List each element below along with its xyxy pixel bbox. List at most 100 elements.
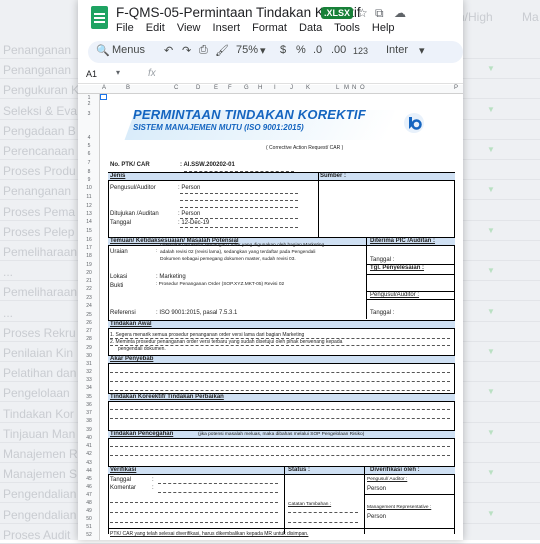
menu-insert[interactable]: Insert [213, 22, 241, 34]
chevron-down-icon[interactable]: ▾ [116, 68, 120, 77]
row-header[interactable]: 43 [78, 460, 100, 466]
row-header[interactable]: 2 [78, 101, 100, 107]
background-row-label: Pemeliharaan [3, 285, 78, 300]
row-header[interactable]: 18 [78, 253, 100, 259]
row-header[interactable]: 48 [78, 500, 100, 506]
row-header[interactable]: 9 [78, 177, 100, 183]
row-header[interactable]: 21 [78, 278, 100, 284]
row-header[interactable]: 38 [78, 418, 100, 424]
row-header[interactable]: 49 [78, 508, 100, 514]
menus-search[interactable]: Menus [112, 44, 145, 56]
background-dropdown-icon: ▼ [487, 185, 495, 195]
sheets-logo-icon[interactable] [91, 6, 108, 29]
search-icon[interactable]: 🔍 [96, 44, 110, 57]
row-header[interactable]: 37 [78, 410, 100, 416]
row-header[interactable]: 47 [78, 492, 100, 498]
row-header[interactable]: 4 [78, 135, 100, 141]
column-header[interactable]: H [258, 85, 262, 91]
column-header[interactable]: B [126, 85, 130, 91]
row-header[interactable]: 13 [78, 211, 100, 217]
row-header[interactable]: 7 [78, 160, 100, 166]
row-header[interactable]: 5 [78, 143, 100, 149]
row-header[interactable]: 8 [78, 169, 100, 175]
column-header[interactable]: L [336, 85, 339, 91]
row-header[interactable]: 31 [78, 361, 100, 367]
row-header[interactable]: 52 [78, 532, 100, 538]
zoom-select[interactable]: 75% [236, 44, 258, 56]
row-header[interactable]: 17 [78, 245, 100, 251]
menu-tools[interactable]: Tools [334, 22, 360, 34]
column-header[interactable]: M [344, 85, 349, 91]
percent-format-button[interactable]: % [296, 44, 306, 56]
paint-format-icon[interactable]: 🖌 [215, 44, 229, 57]
column-header[interactable]: O [360, 85, 365, 91]
row-header[interactable]: 6 [78, 151, 100, 157]
row-header[interactable]: 3 [78, 111, 100, 117]
menu-data[interactable]: Data [299, 22, 322, 34]
row-header[interactable]: 15 [78, 228, 100, 234]
currency-format-button[interactable]: $ [280, 44, 286, 56]
row-header[interactable]: 51 [78, 524, 100, 530]
ditujukan-value: : Person [178, 211, 201, 217]
column-header[interactable]: E [214, 85, 218, 91]
menu-file[interactable]: File [116, 22, 134, 34]
row-header[interactable]: 29 [78, 345, 100, 351]
ptk-form: PERMINTAAN TINDAKAN KOREKTIF SISTEM MANA… [108, 94, 463, 540]
row-header[interactable]: 39 [78, 427, 100, 433]
row-header[interactable]: 33 [78, 377, 100, 383]
row-header[interactable]: 28 [78, 336, 100, 342]
number-format-button[interactable]: 123 [353, 46, 368, 56]
increase-decimal-button[interactable]: .00 [331, 44, 346, 56]
column-header[interactable]: J [290, 85, 293, 91]
row-header[interactable]: 19 [78, 262, 100, 268]
row-header[interactable]: 46 [78, 484, 100, 490]
print-icon[interactable]: ⎙ [199, 44, 208, 57]
row-header[interactable]: 11 [78, 194, 100, 200]
column-header[interactable]: I [274, 85, 276, 91]
row-header[interactable]: 36 [78, 402, 100, 408]
row-header[interactable]: 50 [78, 516, 100, 522]
decrease-decimal-button[interactable]: .0 [313, 44, 322, 56]
row-header[interactable]: 45 [78, 476, 100, 482]
row-header[interactable]: 23 [78, 295, 100, 301]
menu-edit[interactable]: Edit [146, 22, 165, 34]
row-header[interactable]: 30 [78, 353, 100, 359]
row-header[interactable]: 24 [78, 303, 100, 309]
column-header[interactable]: G [244, 85, 249, 91]
row-header[interactable]: 14 [78, 219, 100, 225]
cloud-status-icon[interactable]: ☁ [394, 6, 406, 20]
row-header[interactable]: 25 [78, 312, 100, 318]
undo-icon[interactable]: ↶ [164, 44, 173, 57]
row-header[interactable]: 27 [78, 328, 100, 334]
redo-icon[interactable]: ↷ [182, 44, 191, 57]
menu-view[interactable]: View [177, 22, 201, 34]
menu-help[interactable]: Help [372, 22, 395, 34]
column-header[interactable]: K [306, 85, 310, 91]
row-header[interactable]: 10 [78, 185, 100, 191]
column-header[interactable]: F [228, 85, 232, 91]
row-header[interactable]: 34 [78, 385, 100, 391]
row-header[interactable]: 16 [78, 237, 100, 243]
row-header[interactable]: 35 [78, 394, 100, 400]
column-header[interactable]: P [454, 85, 458, 91]
star-icon[interactable]: ☆ [357, 6, 368, 20]
row-header[interactable]: 40 [78, 435, 100, 441]
background-row-label: Perencanaan [3, 144, 75, 158]
row-header[interactable]: 22 [78, 286, 100, 292]
column-header[interactable]: C [174, 85, 178, 91]
row-header[interactable]: 20 [78, 270, 100, 276]
column-header[interactable]: D [196, 85, 200, 91]
move-folder-icon[interactable]: ⧉ [375, 6, 384, 21]
column-header[interactable]: A [102, 85, 106, 91]
row-header[interactable]: 41 [78, 443, 100, 449]
row-header[interactable]: 26 [78, 320, 100, 326]
row-header[interactable]: 12 [78, 203, 100, 209]
row-header[interactable]: 32 [78, 369, 100, 375]
row-header[interactable]: 44 [78, 468, 100, 474]
column-header[interactable]: N [352, 85, 356, 91]
row-header[interactable]: 42 [78, 451, 100, 457]
menu-format[interactable]: Format [252, 22, 287, 34]
name-box[interactable]: A1 [86, 69, 97, 79]
selected-cell[interactable] [100, 94, 107, 100]
font-select[interactable]: Inter [386, 44, 408, 56]
